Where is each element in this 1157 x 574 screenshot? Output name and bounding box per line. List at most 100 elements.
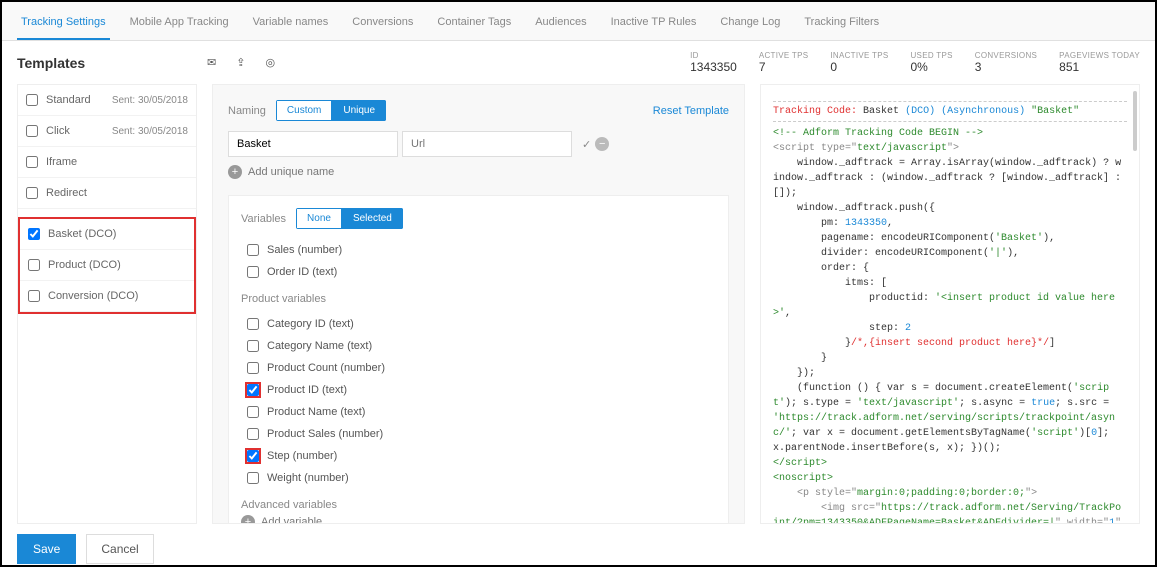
advanced-variables-header: Advanced variables xyxy=(241,499,716,511)
checkbox-product-name[interactable] xyxy=(247,406,259,418)
var-weight[interactable]: Weight (number) xyxy=(247,467,716,489)
template-iframe-label: Iframe xyxy=(46,156,188,168)
var-category-id[interactable]: Category ID (text) xyxy=(247,313,716,335)
var-order-id-label: Order ID (text) xyxy=(267,266,337,278)
checkbox-iframe[interactable] xyxy=(26,156,38,168)
template-redirect[interactable]: Redirect xyxy=(18,178,196,209)
tab-audiences[interactable]: Audiences xyxy=(531,10,590,40)
code-header-name: "Basket" xyxy=(1031,106,1079,117)
tab-mobile-app-tracking[interactable]: Mobile App Tracking xyxy=(126,10,233,40)
mail-icon[interactable]: ✉ xyxy=(207,56,216,69)
code-header: Tracking Code: Basket (DCO) (Asynchronou… xyxy=(773,106,1127,117)
code-header-async: (Asynchronous) xyxy=(941,106,1025,117)
stat-conv-value: 3 xyxy=(975,60,1037,74)
naming-url-input[interactable] xyxy=(402,131,572,157)
toggle-selected[interactable]: Selected xyxy=(342,208,403,229)
template-click-sent: Sent: 30/05/2018 xyxy=(112,126,188,137)
var-product-count[interactable]: Product Count (number) xyxy=(247,357,716,379)
checkbox-click[interactable] xyxy=(26,125,38,137)
checkbox-category-name[interactable] xyxy=(247,340,259,352)
var-step-label: Step (number) xyxy=(267,450,337,462)
toggle-none[interactable]: None xyxy=(296,208,342,229)
scrollbar-handle[interactable] xyxy=(1133,91,1137,151)
stat-used-label: USED TPS xyxy=(910,51,952,60)
check-icon[interactable]: ✓ xyxy=(582,138,591,151)
checkbox-conversion[interactable] xyxy=(28,290,40,302)
share-icon[interactable]: ⇪ xyxy=(236,56,245,69)
page-title: Templates xyxy=(17,55,207,71)
template-basket-dco[interactable]: Basket (DCO) xyxy=(20,219,194,250)
var-step[interactable]: Step (number) xyxy=(247,445,716,467)
header-row: Templates ✉ ⇪ ◎ ID1343350 ACTIVE TPS7 IN… xyxy=(2,41,1155,84)
remove-icon[interactable]: − xyxy=(595,137,609,151)
naming-name-input[interactable] xyxy=(228,131,398,157)
stat-id-value: 1343350 xyxy=(690,60,737,74)
var-product-id[interactable]: Product ID (text) xyxy=(247,379,716,401)
code-panel: Tracking Code: Basket (DCO) (Asynchronou… xyxy=(760,84,1140,524)
var-product-id-label: Product ID (text) xyxy=(267,384,347,396)
add-variable[interactable]: + Add variable xyxy=(241,515,716,524)
tab-conversions[interactable]: Conversions xyxy=(348,10,417,40)
checkbox-weight[interactable] xyxy=(247,472,259,484)
template-basket-label: Basket (DCO) xyxy=(48,228,186,240)
var-sales-label: Sales (number) xyxy=(267,244,342,256)
checkbox-category-id[interactable] xyxy=(247,318,259,330)
stat-inactive-value: 0 xyxy=(830,60,888,74)
product-variables-header: Product variables xyxy=(241,293,716,305)
var-product-sales[interactable]: Product Sales (number) xyxy=(247,423,716,445)
code-header-basket: Basket xyxy=(863,106,899,117)
checkbox-basket[interactable] xyxy=(28,228,40,240)
var-category-id-label: Category ID (text) xyxy=(267,318,354,330)
stat-active-label: ACTIVE TPS xyxy=(759,51,809,60)
variables-title: Variables xyxy=(241,213,286,225)
stat-inactive-label: INACTIVE TPS xyxy=(830,51,888,60)
var-weight-label: Weight (number) xyxy=(267,472,349,484)
var-product-count-label: Product Count (number) xyxy=(267,362,385,374)
checkbox-product-id[interactable] xyxy=(247,384,259,396)
naming-title: Naming xyxy=(228,105,266,117)
code-header-dco: (DCO) xyxy=(905,106,935,117)
tab-tracking-settings[interactable]: Tracking Settings xyxy=(17,10,110,40)
checkbox-product[interactable] xyxy=(28,259,40,271)
template-iframe[interactable]: Iframe xyxy=(18,147,196,178)
checkbox-standard[interactable] xyxy=(26,94,38,106)
add-unique-name[interactable]: + Add unique name xyxy=(228,165,729,179)
stat-active-value: 7 xyxy=(759,60,809,74)
tab-container-tags[interactable]: Container Tags xyxy=(433,10,515,40)
chrome-icon[interactable]: ◎ xyxy=(265,56,275,69)
cancel-button[interactable]: Cancel xyxy=(86,534,153,564)
stat-pv-label: PAGEVIEWS TODAY xyxy=(1059,51,1140,60)
center-panel: Naming Custom Unique Reset Template ✓ − … xyxy=(212,84,745,524)
toggle-unique[interactable]: Unique xyxy=(332,100,386,121)
toggle-custom[interactable]: Custom xyxy=(276,100,332,121)
variables-section: Variables None Selected Sales (number) O… xyxy=(228,195,729,524)
var-category-name[interactable]: Category Name (text) xyxy=(247,335,716,357)
reset-template-link[interactable]: Reset Template xyxy=(653,105,729,117)
tracking-code[interactable]: <!-- Adform Tracking Code BEGIN --> <scr… xyxy=(773,126,1127,524)
template-conversion-dco[interactable]: Conversion (DCO) xyxy=(20,281,194,312)
save-button[interactable]: Save xyxy=(17,534,76,564)
tab-tracking-filters[interactable]: Tracking Filters xyxy=(800,10,883,40)
var-sales[interactable]: Sales (number) xyxy=(247,239,716,261)
tab-change-log[interactable]: Change Log xyxy=(716,10,784,40)
checkbox-product-count[interactable] xyxy=(247,362,259,374)
template-click[interactable]: Click Sent: 30/05/2018 xyxy=(18,116,196,147)
checkbox-redirect[interactable] xyxy=(26,187,38,199)
tab-inactive-tp-rules[interactable]: Inactive TP Rules xyxy=(607,10,701,40)
template-product-dco[interactable]: Product (DCO) xyxy=(20,250,194,281)
code-header-tracking: Tracking Code: xyxy=(773,106,857,117)
tab-variable-names[interactable]: Variable names xyxy=(249,10,333,40)
stat-pv-value: 851 xyxy=(1059,60,1140,74)
template-standard[interactable]: Standard Sent: 30/05/2018 xyxy=(18,85,196,116)
checkbox-product-sales[interactable] xyxy=(247,428,259,440)
checkbox-sales[interactable] xyxy=(247,244,259,256)
checkbox-order-id[interactable] xyxy=(247,266,259,278)
template-click-label: Click xyxy=(46,125,112,137)
var-product-name[interactable]: Product Name (text) xyxy=(247,401,716,423)
template-standard-sent: Sent: 30/05/2018 xyxy=(112,95,188,106)
var-order-id[interactable]: Order ID (text) xyxy=(247,261,716,283)
template-sidebar: Standard Sent: 30/05/2018 Click Sent: 30… xyxy=(17,84,197,524)
stat-used-value: 0% xyxy=(910,60,952,74)
checkbox-step[interactable] xyxy=(247,450,259,462)
template-standard-label: Standard xyxy=(46,94,112,106)
